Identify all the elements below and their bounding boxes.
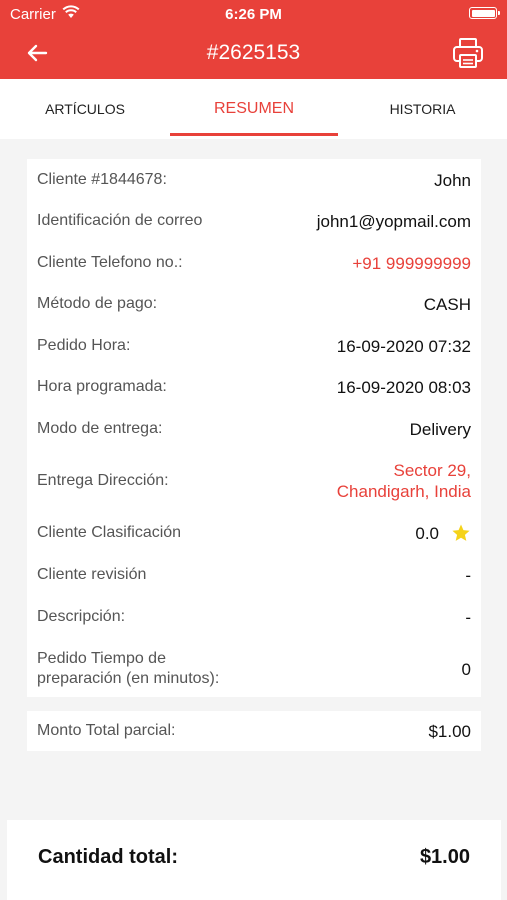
payment-row: Método de pago: CASH [37,294,471,314]
address-label: Entrega Dirección: [37,472,169,489]
order-time-label: Pedido Hora: [37,337,131,354]
battery-icon [469,7,500,19]
customer-label: Cliente #1844678: [37,171,167,188]
prep-time-row: Pedido Tiempo de preparación (en minutos… [37,648,471,690]
email-value[interactable]: john1@yopmail.com [317,211,471,232]
prep-time-value: 0 [461,659,471,679]
address-line-1: Sector 29, [393,461,472,480]
app-header: Carrier 6:26 PM #2625153 [0,0,507,79]
delivery-mode-label: Modo de entrega: [37,420,163,437]
tab-historia[interactable]: HISTORIA [338,79,507,139]
phone-row: Cliente Telefono no.: +91 999999999 [37,253,471,273]
prep-time-label: Pedido Tiempo de preparación (en minutos… [37,649,219,689]
prep-time-label-line-2: preparación (en minutos): [37,670,220,687]
address-link[interactable]: Sector 29, Chandigarh, India [337,460,471,502]
printer-icon[interactable] [451,37,485,69]
order-details-card: Cliente #1844678: John Identificación de… [27,159,481,697]
subtotal-label: Monto Total parcial: [37,722,176,739]
review-label: Cliente revisión [37,566,147,583]
subtotal-row: Monto Total parcial: $1.00 [37,721,471,741]
delivery-mode-row: Modo de entrega: Delivery [37,419,471,439]
address-line-2: Chandigarh, India [336,482,471,501]
phone-link[interactable]: +91 999999999 [352,253,471,274]
prep-time-label-line-1: Pedido Tiempo de [37,650,166,667]
review-value: - [465,565,471,585]
description-row: Descripción: - [37,607,471,627]
order-time-row: Pedido Hora: 16-09-2020 07:32 [37,336,471,356]
email-row: Identificación de correo john1@yopmail.c… [37,211,471,231]
phone-label: Cliente Telefono no.: [37,254,183,271]
rating-value-group: 0.0 [415,523,471,544]
customer-row: Cliente #1844678: John [37,170,471,190]
tab-resumen[interactable]: RESUMEN [170,79,338,139]
description-label: Descripción: [37,608,126,625]
page-title: #2625153 [206,41,301,64]
total-value: $1.00 [419,846,470,868]
subtotal-card: Monto Total parcial: $1.00 [27,711,481,751]
tab-articulos[interactable]: ARTÍCULOS [0,79,170,139]
scheduled-time-row: Hora programada: 16-09-2020 08:03 [37,377,471,397]
address-row: Entrega Dirección: Sector 29, Chandigarh… [37,458,471,504]
status-bar: Carrier 6:26 PM [0,0,507,28]
subtotal-value: $1.00 [428,721,471,741]
star-icon [452,524,470,541]
description-value: - [465,607,471,627]
tab-bar: ARTÍCULOS RESUMEN HISTORIA [0,79,507,139]
total-label: Cantidad total: [38,846,178,868]
scheduled-time-value: 16-09-2020 08:03 [336,377,471,397]
email-label: Identificación de correo [37,212,203,229]
payment-label: Método de pago: [37,295,158,312]
customer-value: John [434,170,471,190]
total-card: Cantidad total: $1.00 [7,820,501,900]
order-time-value: 16-09-2020 07:32 [336,336,471,356]
rating-label: Cliente Clasificación [37,524,182,541]
review-row: Cliente revisión - [37,565,471,585]
payment-value: CASH [423,294,471,314]
scheduled-time-label: Hora programada: [37,378,167,395]
status-time: 6:26 PM [225,6,282,23]
rating-row: Cliente Clasificación 0.0 [37,522,471,544]
delivery-mode-value: Delivery [409,419,471,439]
rating-value: 0.0 [415,523,439,543]
